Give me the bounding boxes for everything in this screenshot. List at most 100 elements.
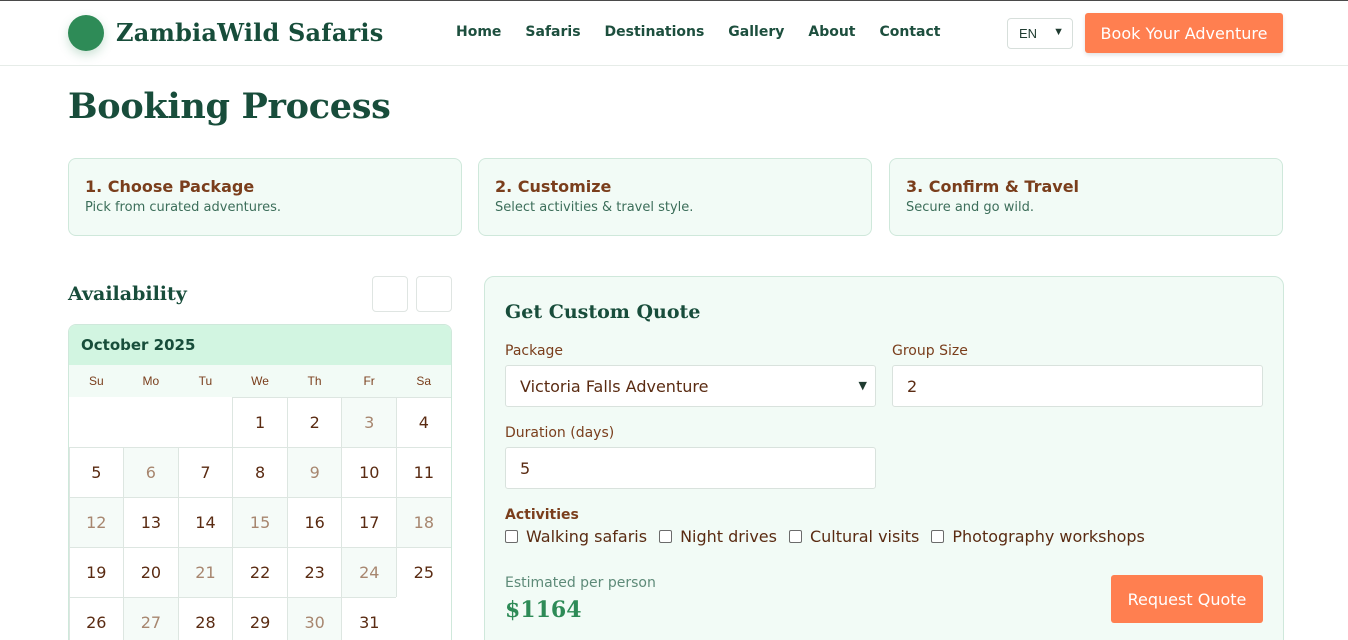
nav-contact[interactable]: Contact — [880, 24, 941, 40]
step-card-confirm-travel: 3. Confirm & Travel Secure and go wild. — [889, 158, 1283, 236]
group-size-label: Group Size — [892, 343, 968, 359]
availability-title: Availability — [68, 283, 187, 305]
step-title: 2. Customize — [495, 177, 612, 196]
main-nav: Home Safaris Destinations Gallery About … — [456, 24, 965, 40]
calendar-empty-cell — [177, 396, 234, 448]
calendar-day[interactable]: 2 — [286, 396, 343, 448]
step-description: Select activities & travel style. — [495, 200, 694, 215]
weekday-label: Tu — [198, 374, 213, 388]
calendar-day[interactable]: 17 — [341, 496, 398, 548]
calendar-day[interactable]: 25 — [396, 546, 451, 598]
activities-group: Walking safaris Night drives Cultural vi… — [505, 527, 1157, 546]
page-title: Booking Process — [68, 86, 391, 127]
site-header: ZambiaWild Safaris Home Safaris Destinat… — [0, 1, 1348, 66]
language-value: EN — [1019, 26, 1038, 41]
package-value: Victoria Falls Adventure — [520, 376, 709, 396]
calendar-day[interactable]: 18 — [396, 496, 451, 548]
calendar-day[interactable]: 30 — [286, 596, 343, 640]
step-title: 1. Choose Package — [85, 177, 255, 196]
nav-safaris[interactable]: Safaris — [525, 24, 580, 40]
checkbox[interactable] — [788, 530, 802, 543]
checkbox[interactable] — [505, 530, 518, 543]
duration-input[interactable]: 5 — [505, 447, 876, 489]
nav-about[interactable]: About — [808, 24, 855, 40]
calendar-grid: 1 2 3 4 5 6 7 8 9 10 11 12 13 14 15 16 17 18 19 20 21 22 23 24 2… — [69, 396, 451, 640]
package-label: Package — [505, 343, 564, 359]
estimate-value: $1164 — [505, 597, 582, 623]
chevron-down-icon: ▼ — [858, 379, 867, 392]
calendar-day[interactable]: 31 — [341, 596, 398, 640]
weekday-label: Fr — [363, 374, 375, 388]
language-select[interactable]: EN ▼ — [1007, 18, 1073, 49]
quote-title: Get Custom Quote — [505, 301, 701, 323]
calendar-day[interactable]: 26 — [69, 596, 125, 640]
weekday-label: Sa — [416, 374, 432, 388]
duration-label: Duration (days) — [505, 425, 615, 441]
activity-walking-safaris[interactable]: Walking safaris — [505, 527, 647, 546]
weekday-label: Th — [307, 374, 322, 388]
step-card-customize: 2. Customize Select activities & travel … — [478, 158, 872, 236]
calendar-day[interactable]: 27 — [123, 596, 179, 640]
step-title: 3. Confirm & Travel — [906, 177, 1080, 196]
calendar-day[interactable]: 13 — [123, 496, 179, 548]
calendar-prev-button[interactable] — [372, 276, 408, 312]
nav-gallery[interactable]: Gallery — [728, 24, 784, 40]
calendar-day[interactable]: 16 — [286, 496, 343, 548]
calendar-day[interactable]: 11 — [396, 446, 451, 498]
calendar-day[interactable]: 10 — [341, 446, 398, 498]
weekday-header: Su Mo Tu We Th Fr Sa — [69, 365, 451, 397]
weekday-label: Su — [88, 374, 104, 388]
calendar-day[interactable]: 28 — [177, 596, 234, 640]
estimate-label: Estimated per person — [505, 575, 656, 591]
duration-value: 5 — [520, 458, 531, 478]
activity-label: Night drives — [680, 527, 777, 546]
activity-night-drives[interactable]: Night drives — [659, 527, 777, 546]
step-description: Pick from curated adventures. — [85, 200, 281, 215]
availability-calendar: October 2025 Su Mo Tu We Th Fr Sa 1 2 3 4 5 6 7 8 9 10 1… — [68, 324, 452, 640]
book-adventure-button[interactable]: Book Your Adventure — [1085, 13, 1283, 53]
calendar-empty-cell — [396, 596, 451, 640]
nav-destinations[interactable]: Destinations — [605, 24, 705, 40]
checkbox[interactable] — [931, 530, 945, 543]
activity-photography-workshops[interactable]: Photography workshops — [931, 527, 1145, 546]
logo-icon[interactable] — [68, 15, 104, 51]
calendar-day[interactable]: 3 — [341, 396, 398, 448]
step-description: Secure and go wild. — [906, 200, 1034, 215]
calendar-empty-cell — [123, 396, 179, 448]
custom-quote-panel: Get Custom Quote Package Victoria Falls … — [484, 276, 1284, 640]
calendar-day[interactable]: 4 — [396, 396, 451, 448]
activities-label: Activities — [505, 507, 579, 523]
calendar-day[interactable]: 24 — [341, 546, 398, 598]
calendar-day[interactable]: 1 — [232, 396, 288, 448]
group-size-value: 2 — [907, 376, 918, 396]
calendar-day[interactable]: 20 — [123, 546, 179, 598]
activity-cultural-visits[interactable]: Cultural visits — [788, 527, 920, 546]
calendar-day[interactable]: 6 — [123, 446, 179, 498]
calendar-day[interactable]: 12 — [69, 496, 125, 548]
activity-label: Walking safaris — [526, 527, 648, 546]
activity-label: Cultural visits — [809, 527, 920, 546]
request-quote-button[interactable]: Request Quote — [1111, 575, 1263, 623]
brand-name[interactable]: ZambiaWild Safaris — [116, 18, 383, 47]
calendar-day[interactable]: 14 — [177, 496, 234, 548]
calendar-day[interactable]: 15 — [232, 496, 288, 548]
checkbox[interactable] — [659, 530, 673, 543]
nav-home[interactable]: Home — [456, 24, 501, 40]
calendar-day[interactable]: 7 — [177, 446, 234, 498]
calendar-day[interactable]: 29 — [232, 596, 288, 640]
step-card-choose-package: 1. Choose Package Pick from curated adve… — [68, 158, 462, 236]
calendar-day[interactable]: 9 — [286, 446, 343, 498]
calendar-day[interactable]: 21 — [177, 546, 234, 598]
weekday-label: We — [251, 374, 269, 388]
chevron-down-icon: ▼ — [1053, 26, 1064, 38]
package-select[interactable]: Victoria Falls Adventure ▼ — [505, 365, 876, 407]
calendar-day[interactable]: 19 — [69, 546, 125, 598]
calendar-day[interactable]: 5 — [69, 446, 125, 498]
calendar-day[interactable]: 8 — [232, 446, 288, 498]
calendar-month: October 2025 — [69, 325, 451, 365]
calendar-day[interactable]: 22 — [232, 546, 288, 598]
calendar-empty-cell — [69, 396, 125, 448]
calendar-next-button[interactable] — [416, 276, 452, 312]
calendar-day[interactable]: 23 — [286, 546, 343, 598]
group-size-input[interactable]: 2 — [892, 365, 1263, 407]
